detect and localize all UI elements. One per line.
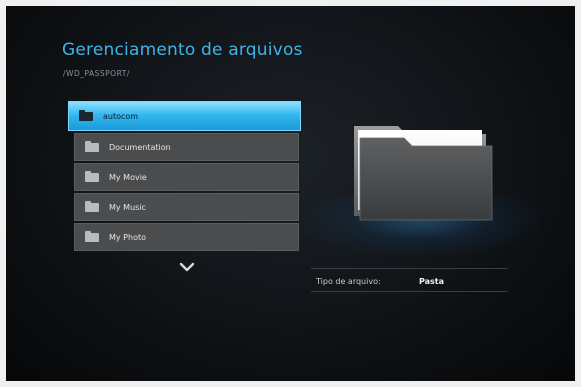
file-item-my-movie[interactable]: My Movie bbox=[74, 163, 299, 191]
folder-icon bbox=[85, 170, 99, 182]
large-folder-icon bbox=[354, 126, 493, 221]
file-list: autocom Documentation My Movie My Music … bbox=[68, 101, 301, 253]
tv-screen: Gerenciamento de arquivos /WD_PASSPORT/ … bbox=[6, 6, 575, 381]
file-item-documentation[interactable]: Documentation bbox=[74, 133, 299, 161]
folder-icon bbox=[85, 140, 99, 152]
file-item-label: My Photo bbox=[109, 232, 146, 242]
chevron-down-icon[interactable] bbox=[179, 261, 195, 273]
file-item-my-photo[interactable]: My Photo bbox=[74, 223, 299, 251]
folder-icon bbox=[79, 109, 93, 121]
file-item-my-music[interactable]: My Music bbox=[74, 193, 299, 221]
file-item-autocom[interactable]: autocom bbox=[68, 101, 301, 131]
info-divider-top bbox=[311, 268, 508, 269]
file-type-value: Pasta bbox=[419, 277, 445, 286]
file-item-label: My Movie bbox=[109, 172, 147, 182]
info-divider-bottom bbox=[311, 291, 508, 292]
file-item-label: Documentation bbox=[109, 142, 171, 152]
file-item-label: My Music bbox=[109, 202, 146, 212]
breadcrumb-path: /WD_PASSPORT/ bbox=[63, 69, 130, 78]
file-item-label: autocom bbox=[103, 111, 139, 121]
file-type-label: Tipo de arquivo: bbox=[316, 277, 381, 286]
folder-icon bbox=[85, 200, 99, 212]
page-title: Gerenciamento de arquivos bbox=[62, 40, 303, 60]
folder-icon bbox=[85, 230, 99, 242]
